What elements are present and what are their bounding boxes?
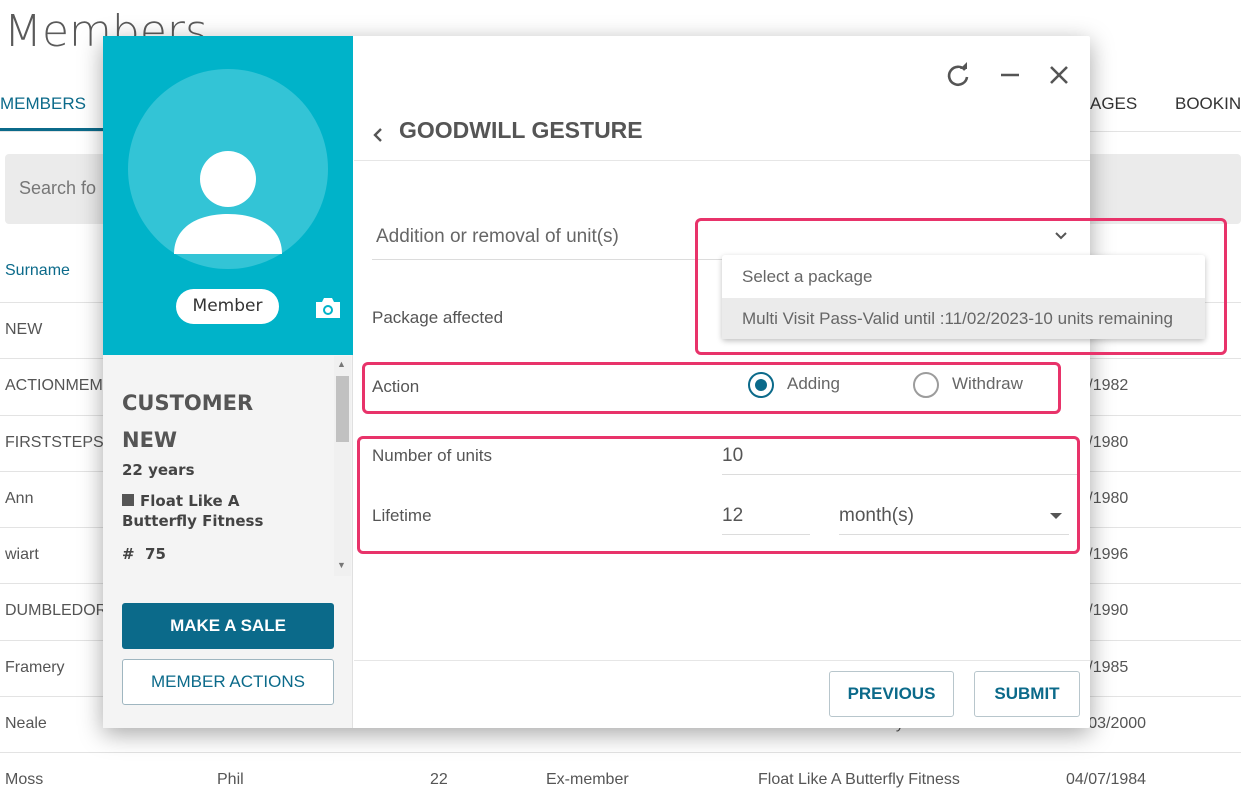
cell-surname: Ann (5, 489, 34, 507)
column-header-surname[interactable]: Surname (5, 262, 70, 280)
member-actions-button[interactable]: MEMBER ACTIONS (122, 659, 334, 705)
camera-icon[interactable] (314, 296, 342, 320)
cell-surname: NEW (5, 321, 43, 338)
tab-bookings[interactable]: BOOKIN (1175, 94, 1241, 114)
cell-age: 22 (430, 771, 448, 789)
search-placeholder: Search fo (19, 178, 97, 198)
status-badge: Member (176, 289, 279, 324)
member-club: Float Like A Butterfly Fitness (122, 491, 302, 531)
make-a-sale-button[interactable]: MAKE A SALE (122, 603, 334, 649)
submit-button[interactable]: SUBMIT (974, 671, 1080, 717)
highlight-units-lifetime (357, 436, 1080, 554)
previous-button[interactable]: PREVIOUS (829, 671, 954, 717)
user-icon (174, 151, 282, 254)
table-row[interactable]: Moss Phil 22 Ex-member Float Like A Butterfl… (0, 753, 1241, 791)
member-age: 22 years (122, 461, 195, 479)
club-square-icon (122, 494, 134, 506)
member-club-label: Float Like A Butterfly Fitness (122, 492, 264, 530)
tab-members[interactable]: MEMBERS (0, 94, 86, 114)
cell-surname: Moss (5, 771, 44, 789)
cell-surname: ACTIONMEM (5, 377, 103, 395)
member-header: Member (103, 36, 353, 355)
cell-first: Phil (217, 771, 244, 789)
member-id-value: 75 (145, 545, 166, 563)
sidebar-scrollbar[interactable]: ▲ ▼ (334, 356, 351, 576)
cell-surname: FIRSTSTEPS (5, 433, 104, 451)
scroll-thumb[interactable] (336, 376, 349, 442)
package-label: Package affected (372, 308, 504, 327)
active-tab-indicator (0, 128, 110, 131)
member-name: CUSTOMER NEW (122, 385, 322, 459)
member-name-line2: NEW (122, 428, 178, 452)
member-info: CUSTOMER NEW 22 years Float Like A Butte… (103, 355, 353, 577)
tab-packages[interactable]: AGES (1090, 94, 1137, 114)
back-chevron-icon[interactable] (371, 125, 385, 145)
cell-surname: DUMBLEDOR (5, 602, 108, 620)
reason-placeholder: Addition or removal of unit(s) (376, 226, 619, 247)
cell-club: Float Like A Butterfly Fitness (758, 771, 960, 789)
member-id-hash: # (122, 545, 135, 563)
dialog-title: GOODWILL GESTURE (399, 117, 643, 143)
scroll-down-icon[interactable]: ▼ (337, 560, 346, 570)
cell-surname: Framery (5, 658, 65, 676)
member-id: # 75 (122, 545, 166, 563)
minimize-icon[interactable] (997, 62, 1023, 88)
cell-surname: wiart (5, 546, 39, 564)
cell-status: Ex-member (546, 771, 629, 789)
highlight-package-dropdown (695, 218, 1227, 355)
cell-date: 04/07/1984 (1066, 771, 1147, 789)
refresh-icon[interactable] (945, 62, 971, 88)
cell-surname: Neale (5, 715, 47, 733)
divider (354, 660, 1090, 661)
highlight-action (362, 362, 1061, 414)
divider (354, 160, 1090, 161)
member-name-line1: CUSTOMER (122, 391, 254, 415)
scroll-up-icon[interactable]: ▲ (337, 359, 346, 369)
avatar (128, 69, 328, 269)
member-sidebar: Member CUSTOMER NEW 22 years Float Like … (103, 36, 353, 728)
close-icon[interactable] (1046, 62, 1072, 88)
